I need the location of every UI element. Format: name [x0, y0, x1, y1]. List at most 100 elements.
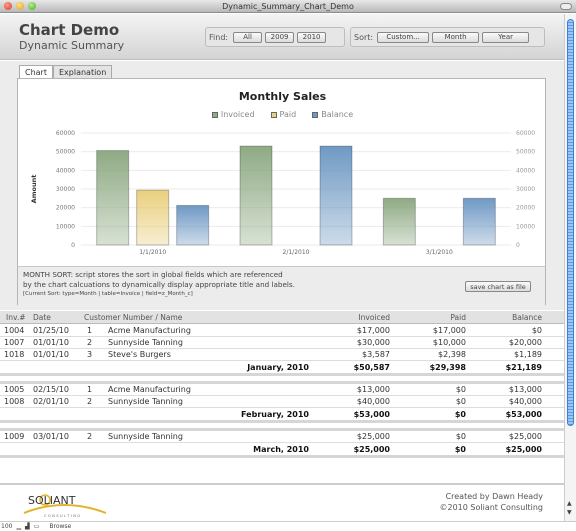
col-customer[interactable]: Customer Number / Name — [84, 313, 182, 322]
tab-chart[interactable]: Chart — [19, 65, 53, 79]
cell-customer-number: 1 — [87, 326, 93, 335]
cell-customer-number: 2 — [87, 338, 93, 347]
summary-row: March, 2010 $25,000 $0 $25,000 — [0, 443, 564, 458]
cell-customer-number: 2 — [87, 397, 93, 406]
credit-author: Created by Dawn Heady — [445, 492, 543, 501]
table-row[interactable]: 1005 02/15/10 1 Acme Manufacturing $13,000 $0… — [0, 384, 564, 396]
window-title: Dynamic_Summary_Chart_Demo — [222, 2, 354, 11]
y-tick-label-right: 30000 — [516, 186, 535, 193]
zoom-in-icon[interactable]: ▟ — [25, 523, 30, 530]
summary-row: January, 2010 $50,587 $29,398 $21,189 — [0, 361, 564, 376]
window-titlebar: Dynamic_Summary_Chart_Demo — [0, 0, 576, 13]
table-header: Inv.# Date Customer Number / Name Invoic… — [0, 311, 564, 324]
y-axis-label: Amount — [30, 175, 38, 204]
cell-inv: 1004 — [4, 326, 25, 335]
sort-label: Sort: — [354, 32, 374, 42]
summary-paid: $0 — [454, 445, 466, 454]
col-paid[interactable]: Paid — [450, 313, 466, 322]
cell-inv: 1018 — [4, 350, 25, 359]
zoom-window-button[interactable] — [28, 2, 36, 10]
sort-month-button[interactable]: Month — [432, 31, 480, 43]
summary-invoiced: $25,000 — [353, 445, 390, 454]
scrollbar-thumb[interactable] — [567, 19, 574, 426]
cell-customer-number: 1 — [87, 385, 93, 394]
cell-paid: $10,000 — [432, 338, 466, 347]
find-2010-button[interactable]: 2010 — [297, 31, 327, 43]
summary-balance: $53,000 — [505, 410, 542, 419]
mode-label: Browse — [49, 523, 72, 530]
cell-customer-name: Sunnyside Tanning — [108, 397, 183, 406]
find-all-button[interactable]: All — [233, 31, 263, 43]
sort-custom-button[interactable]: Custom... — [377, 31, 430, 43]
chart-panel: Monthly Sales Invoiced Paid Balance 0 0 10… — [17, 78, 546, 305]
chart-section: Chart Explanation Monthly Sales Invoiced… — [0, 61, 564, 310]
current-sort-info: [Current Sort: type=Month | table=Invoic… — [23, 291, 193, 297]
summary-paid: $0 — [454, 410, 466, 419]
credits: Created by Dawn Heady ©2010 Soliant Cons… — [440, 491, 544, 513]
minimize-window-button[interactable] — [16, 2, 24, 10]
summary-invoiced: $50,587 — [353, 363, 390, 372]
table-row[interactable]: 1018 01/01/10 3 Steve's Burgers $3,587 $2,398… — [0, 349, 564, 361]
cell-customer-number: 2 — [87, 432, 93, 441]
credit-copyright: ©2010 Soliant Consulting — [439, 503, 544, 512]
cell-inv: 1005 — [4, 385, 25, 394]
cell-balance: $0 — [531, 326, 542, 335]
y-tick-label-left: 60000 — [56, 130, 75, 137]
cell-inv: 1009 — [4, 432, 25, 441]
col-inv[interactable]: Inv.# — [6, 313, 26, 322]
zoom-out-icon[interactable]: ▁ — [16, 523, 21, 530]
vertical-scrollbar[interactable]: ▲ ▼ — [564, 14, 576, 521]
find-2009-button[interactable]: 2009 — [265, 31, 295, 43]
y-tick-label-right: 20000 — [516, 205, 535, 212]
x-tick-label: 3/1/2010 — [426, 249, 453, 256]
tab-bar: Chart Explanation — [19, 65, 113, 79]
cell-invoiced: $17,000 — [356, 326, 390, 335]
bar-invoiced-2 — [382, 197, 416, 246]
cell-date: 02/15/10 — [33, 385, 69, 394]
sort-year-button[interactable]: Year — [482, 31, 530, 43]
group-spacer — [0, 376, 564, 384]
cell-date: 02/01/10 — [33, 397, 69, 406]
y-tick-label-right: 0 — [516, 242, 520, 249]
table-row[interactable]: 1004 01/25/10 1 Acme Manufacturing $17,000 $1… — [0, 325, 564, 337]
cell-customer-name: Steve's Burgers — [108, 350, 171, 359]
cell-invoiced: $30,000 — [356, 338, 390, 347]
logo-text: SOLIANT — [28, 494, 76, 507]
table-row[interactable]: 1007 01/01/10 2 Sunnyside Tanning $30,000 $10… — [0, 337, 564, 349]
y-tick-label-left: 10000 — [56, 223, 75, 230]
cell-paid: $0 — [455, 385, 466, 394]
cell-customer-name: Acme Manufacturing — [108, 326, 191, 335]
group-spacer — [0, 423, 564, 431]
tab-explanation[interactable]: Explanation — [52, 65, 113, 79]
summary-balance: $25,000 — [505, 445, 542, 454]
summary-row: February, 2010 $53,000 $0 $53,000 — [0, 408, 564, 423]
cell-date: 01/01/10 — [33, 350, 69, 359]
invoice-table: 1004 01/25/10 1 Acme Manufacturing $17,000 $1… — [0, 325, 564, 458]
bar-invoiced-1 — [239, 145, 273, 246]
toolbar-toggle-button[interactable] — [560, 3, 572, 10]
cell-paid: $2,398 — [438, 350, 466, 359]
zoom-level[interactable]: 100 — [1, 523, 12, 530]
table-row[interactable]: 1009 03/01/10 2 Sunnyside Tanning $25,000 $0 $… — [0, 431, 564, 443]
x-tick-label: 1/1/2010 — [139, 249, 166, 256]
status-bar: 100 ▁ ▟ ▭ Browse — [0, 521, 576, 531]
scroll-down-arrow[interactable]: ▼ — [567, 509, 572, 516]
cell-date: 01/25/10 — [33, 326, 69, 335]
col-balance[interactable]: Balance — [512, 313, 542, 322]
toggle-status-area-icon[interactable]: ▭ — [34, 523, 40, 530]
save-chart-button[interactable]: save chart as file — [465, 281, 531, 292]
y-tick-label-right: 50000 — [516, 149, 535, 156]
notes-line-1: MONTH SORT: script stores the sort in gl… — [23, 270, 283, 279]
cell-customer-number: 3 — [87, 350, 93, 359]
y-tick-label-left: 0 — [71, 242, 75, 249]
summary-label: February, 2010 — [241, 410, 309, 419]
bar-invoiced-0 — [96, 150, 130, 246]
close-window-button[interactable] — [4, 2, 12, 10]
col-invoiced[interactable]: Invoiced — [358, 313, 390, 322]
y-tick-label-left: 50000 — [56, 149, 75, 156]
table-row[interactable]: 1008 02/01/10 2 Sunnyside Tanning $40,000 $0 $… — [0, 396, 564, 408]
col-date[interactable]: Date — [33, 313, 51, 322]
cell-customer-name: Sunnyside Tanning — [108, 338, 183, 347]
scroll-up-arrow[interactable]: ▲ — [567, 500, 572, 507]
cell-balance: $40,000 — [508, 397, 542, 406]
